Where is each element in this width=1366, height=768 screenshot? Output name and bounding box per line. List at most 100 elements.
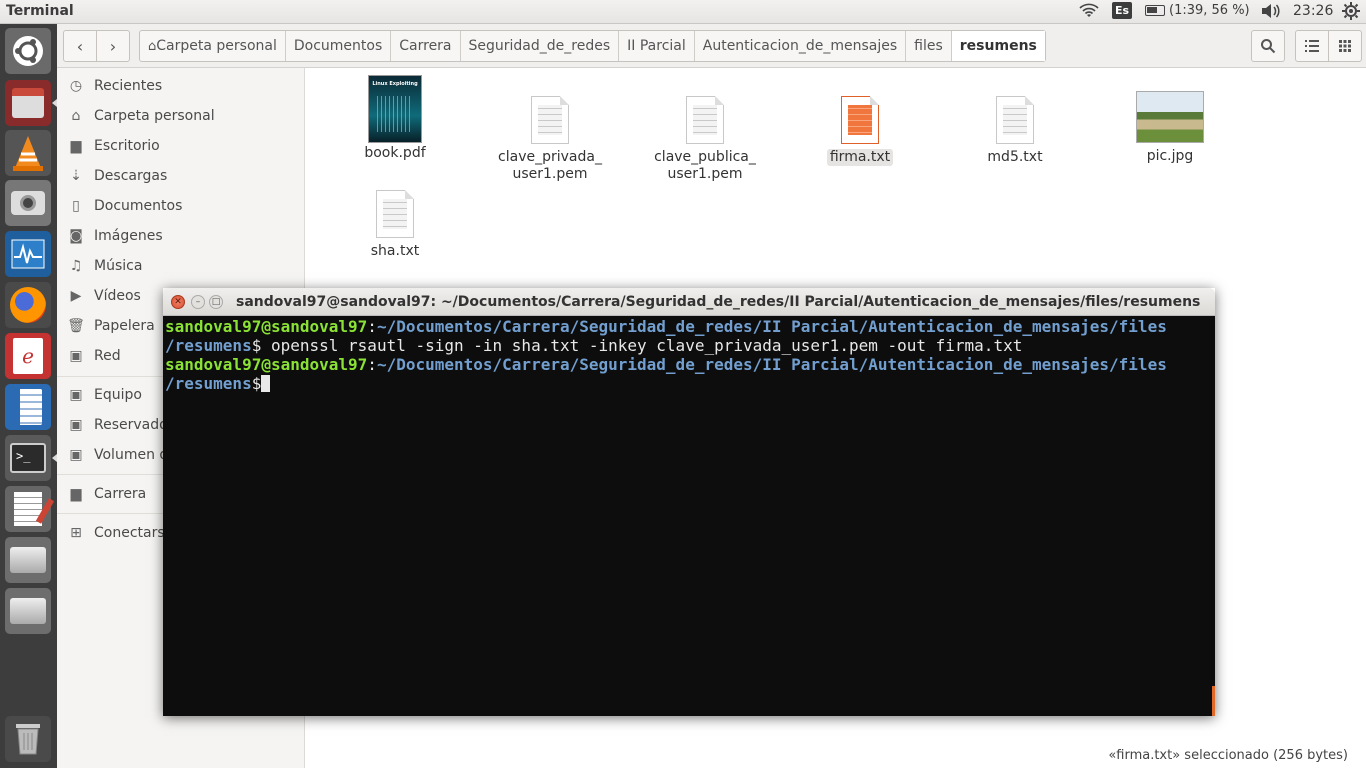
file-item[interactable]: clave_publica_ user1.pem bbox=[640, 96, 770, 183]
sidebar-item-equipo[interactable]: ▣ Equipo bbox=[67, 383, 142, 407]
document-viewer-icon[interactable]: ℯ bbox=[5, 333, 51, 379]
folder-icon: ▆ bbox=[70, 486, 82, 502]
close-icon: ✕ bbox=[174, 297, 182, 307]
file-item[interactable]: pic.jpg bbox=[1105, 91, 1235, 165]
dash-button[interactable] bbox=[5, 28, 51, 74]
chevron-left-icon: ‹ bbox=[76, 36, 84, 56]
list-icon bbox=[1305, 40, 1319, 52]
wifi-icon[interactable] bbox=[1079, 3, 1099, 19]
breadcrumb-documentos[interactable]: Documentos bbox=[286, 31, 392, 61]
minimize-button[interactable]: – bbox=[191, 295, 205, 309]
ubuntu-logo-icon bbox=[13, 36, 43, 66]
file-item[interactable]: md5.txt bbox=[950, 96, 1080, 166]
maximize-icon: □ bbox=[211, 297, 221, 307]
prompt-path: ~/Documentos/Carrera/Seguridad_de_redes/… bbox=[376, 317, 1167, 336]
text-editor-icon[interactable] bbox=[5, 486, 55, 532]
resize-grip[interactable] bbox=[1212, 686, 1215, 716]
keyboard-layout-indicator[interactable]: Es bbox=[1112, 2, 1133, 19]
terminal-titlebar[interactable]: ✕ – □ sandoval97@sandoval97: ~/Documento… bbox=[163, 288, 1215, 316]
writer-icon[interactable] bbox=[5, 384, 51, 430]
prompt-user: sandoval97@sandoval97 bbox=[165, 317, 368, 336]
command-text: openssl rsautl -sign -in sha.txt -inkey … bbox=[261, 336, 1023, 355]
prompt-symbol: $ bbox=[251, 336, 262, 355]
breadcrumb-files[interactable]: files bbox=[906, 31, 952, 61]
volume-icon[interactable] bbox=[1260, 3, 1280, 19]
prompt-sep: : bbox=[367, 317, 377, 336]
maximize-button[interactable]: □ bbox=[209, 295, 223, 309]
terminal-icon[interactable]: >_ bbox=[5, 435, 51, 481]
files-launcher-icon[interactable] bbox=[5, 80, 51, 126]
clock-icon: ◷ bbox=[69, 78, 83, 94]
text-file-icon bbox=[996, 96, 1034, 144]
sidebar-item-escritorio[interactable]: ▆ Escritorio bbox=[67, 134, 160, 158]
download-icon: ⇣ bbox=[70, 168, 82, 184]
active-app-title: Terminal bbox=[6, 3, 74, 19]
firefox-icon[interactable] bbox=[5, 282, 51, 328]
prompt-sep: : bbox=[367, 355, 377, 374]
battery-text: (1:39, 56 %) bbox=[1169, 3, 1250, 18]
sidebar-item-documentos[interactable]: ▯ Documentos bbox=[67, 194, 182, 218]
breadcrumb-resumens[interactable]: resumens bbox=[951, 31, 1045, 61]
text-file-icon bbox=[531, 96, 569, 144]
clock[interactable]: 23:26 bbox=[1293, 3, 1333, 19]
sidebar-item-musica[interactable]: ♫ Música bbox=[67, 254, 143, 278]
drive-icon[interactable] bbox=[5, 588, 51, 634]
back-button[interactable]: ‹ bbox=[63, 30, 97, 62]
music-icon: ♫ bbox=[69, 258, 83, 274]
sidebar-item-papelera[interactable]: 🗑 Papelera bbox=[67, 314, 155, 338]
file-item-selected[interactable]: firma.txt bbox=[795, 96, 925, 166]
close-button[interactable]: ✕ bbox=[171, 295, 185, 309]
prompt-symbol: $ bbox=[251, 374, 262, 393]
breadcrumb-seguridad[interactable]: Seguridad_de_redes bbox=[461, 31, 620, 61]
prompt-path-cont: /resumens bbox=[165, 336, 252, 355]
sidebar-item-carpeta-personal[interactable]: ⌂ Carpeta personal bbox=[67, 104, 215, 128]
battery-indicator[interactable]: (1:39, 56 %) bbox=[1145, 3, 1250, 18]
text-file-icon bbox=[686, 96, 724, 144]
vlc-icon[interactable] bbox=[5, 130, 51, 176]
file-item[interactable]: clave_privada_ user1.pem bbox=[485, 96, 615, 183]
drive-icon[interactable] bbox=[5, 537, 51, 583]
top-panel: Terminal Es (1:39, 56 %) 23:26 bbox=[0, 0, 1366, 24]
launcher: ℯ >_ bbox=[0, 24, 57, 768]
drive-icon: ▣ bbox=[69, 447, 83, 463]
search-button[interactable] bbox=[1251, 30, 1285, 62]
minimize-icon: – bbox=[195, 297, 201, 307]
video-icon: ▶ bbox=[70, 288, 82, 304]
breadcrumb-home[interactable]: ⌂Carpeta personal bbox=[140, 31, 286, 61]
grid-icon bbox=[1339, 40, 1351, 52]
list-view-button[interactable] bbox=[1295, 30, 1329, 62]
file-manager-toolbar: ‹ › ⌂Carpeta personal Documentos Carrera… bbox=[57, 24, 1366, 68]
camera-icon[interactable] bbox=[5, 180, 51, 226]
network-icon: ▣ bbox=[69, 348, 83, 364]
prompt-path-cont: /resumens bbox=[165, 374, 252, 393]
image-thumbnail bbox=[1136, 91, 1204, 143]
search-icon bbox=[1261, 39, 1276, 54]
breadcrumb-ii-parcial[interactable]: II Parcial bbox=[619, 31, 695, 61]
text-file-icon bbox=[841, 96, 879, 144]
sidebar-item-recientes[interactable]: ◷ Recientes bbox=[67, 74, 162, 98]
breadcrumb-carrera[interactable]: Carrera bbox=[391, 31, 461, 61]
trash-icon[interactable] bbox=[5, 716, 51, 762]
breadcrumb-autenticacion[interactable]: Autenticacion_de_mensajes bbox=[695, 31, 907, 61]
sidebar-item-videos[interactable]: ▶ Vídeos bbox=[67, 284, 141, 308]
gear-icon[interactable] bbox=[1342, 2, 1360, 20]
file-item[interactable]: Linux Exploiting book.pdf bbox=[330, 75, 460, 162]
sidebar-item-descargas[interactable]: ⇣ Descargas bbox=[67, 164, 167, 188]
forward-button[interactable]: › bbox=[96, 30, 130, 62]
terminal-output[interactable]: sandoval97@sandoval97:~/Documentos/Carre… bbox=[163, 316, 1215, 716]
camera-icon: ◙ bbox=[69, 228, 83, 244]
server-icon: ⊞ bbox=[70, 525, 82, 541]
home-icon: ⌂ bbox=[71, 108, 81, 124]
prompt-user: sandoval97@sandoval97 bbox=[165, 355, 368, 374]
system-monitor-icon[interactable] bbox=[5, 231, 51, 277]
folder-icon: ▆ bbox=[70, 138, 82, 154]
chevron-right-icon: › bbox=[109, 36, 117, 56]
file-item[interactable]: sha.txt bbox=[330, 190, 460, 260]
sidebar-item-carrera[interactable]: ▆ Carrera bbox=[67, 482, 147, 506]
text-file-icon bbox=[376, 190, 414, 238]
terminal-window: ✕ – □ sandoval97@sandoval97: ~/Documento… bbox=[163, 288, 1215, 716]
grid-view-button[interactable] bbox=[1328, 30, 1362, 62]
status-bar: «firma.txt» seleccionado (256 bytes) bbox=[1108, 748, 1348, 763]
sidebar-item-red[interactable]: ▣ Red bbox=[67, 344, 120, 368]
sidebar-item-imagenes[interactable]: ◙ Imágenes bbox=[67, 224, 162, 248]
